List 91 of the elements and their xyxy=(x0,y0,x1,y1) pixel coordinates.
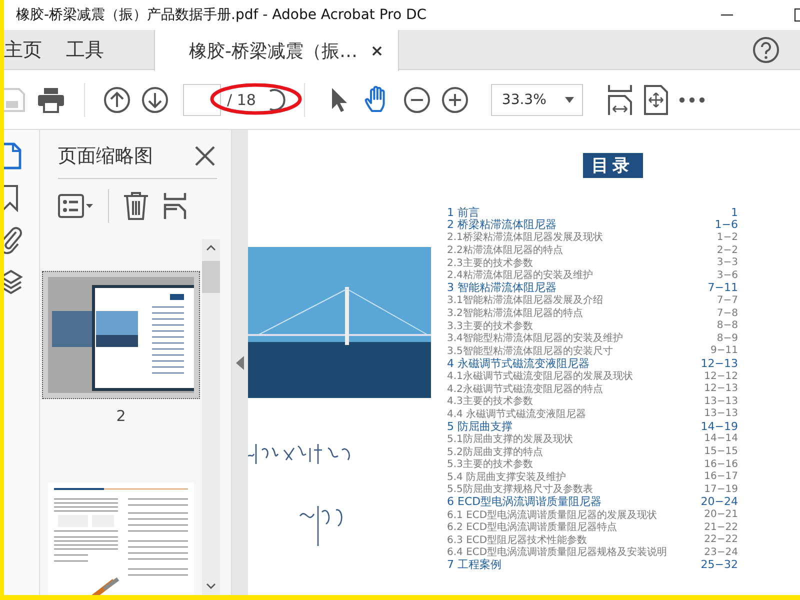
paperclip-icon[interactable] xyxy=(4,226,24,254)
scroll-up-icon[interactable] xyxy=(206,245,216,251)
caret-icon xyxy=(236,356,244,370)
print-icon[interactable] xyxy=(36,86,66,114)
toc-page-range: 15−15 xyxy=(704,446,738,458)
page-count: / 18 xyxy=(227,90,256,108)
trash-icon[interactable] xyxy=(123,191,149,221)
toc-entry: 6.2 ECD型电涡流调谐质量阻尼器特点 xyxy=(447,520,618,534)
toc-page-range: 3−3 xyxy=(716,257,738,268)
toc-entry: 2 桥梁粘滞流体阻尼器 xyxy=(447,218,556,232)
toc-entry: 3.1智能粘滞流体阻尼器发展及介绍 xyxy=(447,294,603,308)
page-icon[interactable] xyxy=(4,142,24,170)
toc-entry: 6.3 ECD型阻尼器技术性能参数 xyxy=(447,534,588,546)
toc-entry: 2.3主要的技术参数 xyxy=(447,256,533,270)
close-icon[interactable] xyxy=(193,144,217,168)
fit-page-icon[interactable] xyxy=(606,82,633,116)
toc-page-range: 16−17 xyxy=(704,471,738,482)
toc-entry: 3.3主要的技术参数 xyxy=(447,320,533,332)
toc-page-range: 7−8 xyxy=(716,308,738,319)
toc-entry: 2.2粘滞流体阻尼器的特点 xyxy=(447,244,563,258)
toc-page-range: 8−8 xyxy=(716,320,738,332)
thumbnail-page-number: 2 xyxy=(116,407,126,425)
toc-page-range: 13−13 xyxy=(704,396,738,407)
full-screen-icon[interactable] xyxy=(642,84,669,116)
toc-entry: 7 工程案例 xyxy=(447,557,502,572)
toc-page-range: 2−2 xyxy=(716,244,738,256)
toc-entry: 5 防屈曲支撑 xyxy=(447,418,512,434)
toc-page-range: 3−6 xyxy=(716,270,738,281)
toc-entry: 2.1桥梁粘滞流体阻尼器发展及现状 xyxy=(447,230,603,244)
toc-page-range: 1 xyxy=(731,206,738,219)
toc-page-range: 1−6 xyxy=(714,218,738,232)
scrollbar[interactable] xyxy=(202,239,220,595)
toc-page-range: 7−11 xyxy=(708,281,738,294)
caret-icon xyxy=(564,96,574,102)
toc-entry: 6 ECD型电涡流调谐质量阻尼器 xyxy=(447,494,602,510)
more-icon[interactable] xyxy=(678,96,705,104)
nav-tab[interactable]: 工具 xyxy=(54,30,116,69)
toc-entry: 2.4粘滞流体阻尼器的安装及维护 xyxy=(447,268,593,282)
toc-entry: 6.1 ECD型电涡流调谐质量阻尼器的发展及现状 xyxy=(447,508,658,522)
toc-entry: 5.2防屈曲支撑的特点 xyxy=(447,446,543,458)
toc-page-range: 12−12 xyxy=(704,370,738,382)
page-number-field[interactable] xyxy=(183,84,221,116)
arrow-down-icon[interactable] xyxy=(141,86,169,114)
toc-page-range: 22−22 xyxy=(704,534,738,546)
toc-entry: 5.4 防屈曲支撑安装及维护 xyxy=(447,470,566,484)
toc-page-range: 20−24 xyxy=(700,495,738,508)
toc-page-range: 12−13 xyxy=(704,383,738,394)
panel-title: 页面缩略图 xyxy=(58,144,153,169)
toc-page-range: 12−13 xyxy=(700,356,738,370)
toc-page-range: 20−21 xyxy=(704,509,738,520)
toc-page-range: 25−32 xyxy=(700,558,738,572)
close-icon[interactable] xyxy=(372,46,382,56)
scroll-down-icon[interactable] xyxy=(206,583,216,589)
toc-entry: 3.2智能粘滞流体阻尼器的特点 xyxy=(447,306,583,320)
toc-page-range: 17−19 xyxy=(704,484,738,495)
toc-page-range: 7−7 xyxy=(716,294,738,306)
zoom-out-icon[interactable] xyxy=(402,86,431,114)
toc-page-range: 21−22 xyxy=(704,522,738,533)
toc-entry: 4.4 永磁调节式磁流变液阻尼器 xyxy=(447,408,586,421)
toc-entry: 4.2永磁调节式磁流变阻尼器的特点 xyxy=(447,382,603,396)
toc-entry: 6.4 ECD型电涡流调谐质量阻尼器规格及安装说明 xyxy=(447,546,668,558)
toc-page-range: 16−16 xyxy=(704,458,738,470)
zoom-in-icon[interactable] xyxy=(440,86,469,114)
toc-page-range: 1−2 xyxy=(716,232,738,243)
toc-entry: 3.4智能型粘滞流体阻尼器的安装及维护 xyxy=(447,332,623,346)
toc-page-range: 14−19 xyxy=(700,420,738,433)
toc-page-range: 8−9 xyxy=(716,332,738,344)
document-tab[interactable]: 橡胶-桥梁减震（振… xyxy=(154,30,398,71)
scroll-thumb[interactable] xyxy=(202,261,220,293)
window-title: 橡胶-桥梁减震（振）产品数据手册.pdf - Adobe Acrobat Pro DC xyxy=(16,6,428,24)
nav-tab[interactable]: 主页 xyxy=(4,30,54,69)
help-icon[interactable] xyxy=(752,36,780,64)
toc-entry: 1 前言 xyxy=(447,204,480,219)
page-thumbnail[interactable] xyxy=(42,271,200,399)
toc-page-range: 14−14 xyxy=(704,433,738,444)
toc-page-range: 9−11 xyxy=(710,345,738,356)
toc-entry: 4.3主要的技术参数 xyxy=(447,394,533,408)
toc-page-range: 13−13 xyxy=(704,408,738,420)
toc-page-range: 23−24 xyxy=(704,546,738,558)
toc-entry: 5.3主要的技术参数 xyxy=(447,458,533,472)
arrow-up-icon[interactable] xyxy=(103,86,131,114)
toc-entry: 5.5防屈曲支撑规格尺寸及参数表 xyxy=(447,482,593,496)
toc-entry: 5.1防屈曲支撑的发展及现状 xyxy=(447,432,573,446)
toc-entry: 4 永磁调节式磁流变液阻尼器 xyxy=(447,356,590,370)
zoom-field[interactable]: 33.3% xyxy=(490,84,583,116)
toc-entry: 3.5智能型粘滞流体阻尼器的安装尺寸 xyxy=(447,344,613,358)
layers-icon[interactable] xyxy=(4,268,24,296)
toc-entry: 3 智能粘滞流体阻尼器 xyxy=(447,280,556,294)
toc-title: 目录 xyxy=(582,153,642,178)
toc-entry: 4.1永磁调节式磁流变阻尼器的发展及现状 xyxy=(447,370,633,384)
options-list-icon[interactable] xyxy=(58,193,94,219)
